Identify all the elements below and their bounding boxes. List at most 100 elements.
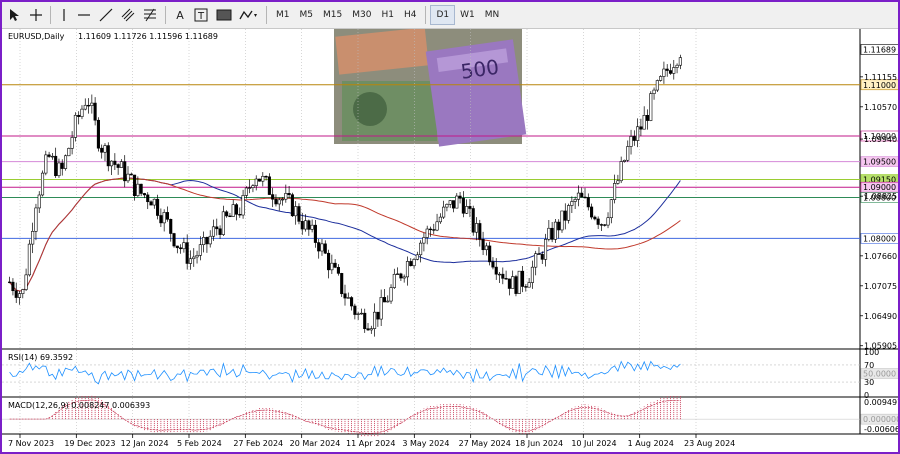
candle-body bbox=[511, 276, 515, 289]
candle-body bbox=[668, 70, 673, 74]
timeframe-h4[interactable]: H4 bbox=[399, 6, 422, 24]
equidistant-channel-icon[interactable] bbox=[117, 5, 139, 25]
candle-body bbox=[73, 114, 77, 138]
price-tick-label: 1.06490 bbox=[864, 312, 897, 321]
candle-body bbox=[218, 228, 222, 235]
terminal-window: A T M1 M5 M15 M30 H1 H4 D1 W1 MN 500 1.1… bbox=[0, 0, 900, 454]
candle-body bbox=[557, 221, 561, 231]
candle-body bbox=[336, 267, 340, 274]
candle-body bbox=[257, 178, 262, 182]
candle-body bbox=[21, 289, 25, 294]
chart-ohlc-label: 1.11609 1.11726 1.11596 1.11689 bbox=[78, 32, 218, 41]
candle-body bbox=[267, 176, 271, 195]
candle-body bbox=[366, 328, 370, 331]
candle-body bbox=[172, 233, 176, 247]
candle-body bbox=[599, 224, 603, 226]
rsi-tick-label: 100 bbox=[864, 348, 879, 357]
candle-body bbox=[83, 104, 87, 110]
macd-label: MACD(12,26,9) 0.008247 0.006393 bbox=[8, 401, 150, 410]
level-price-label: 1.08000 bbox=[863, 234, 896, 243]
trendline-icon[interactable] bbox=[95, 5, 117, 25]
timeframe-m5[interactable]: M5 bbox=[295, 6, 319, 24]
date-tick-label: 7 Nov 2023 bbox=[8, 439, 54, 448]
candle-body bbox=[626, 146, 630, 161]
candle-body bbox=[47, 154, 51, 157]
candle-body bbox=[241, 195, 245, 216]
candle-body bbox=[396, 273, 400, 275]
timeframe-d1[interactable]: D1 bbox=[430, 5, 456, 25]
candle-body bbox=[642, 114, 646, 130]
candle-body bbox=[110, 160, 114, 167]
rectangle-icon[interactable] bbox=[212, 5, 236, 25]
candle-body bbox=[175, 245, 179, 249]
timeframe-w1[interactable]: W1 bbox=[455, 6, 480, 24]
price-tick-label: 1.10570 bbox=[864, 103, 897, 112]
text-tool-icon[interactable]: A bbox=[170, 5, 190, 25]
candle-body bbox=[87, 104, 91, 107]
candle-body bbox=[146, 194, 150, 203]
text-label-icon[interactable]: T bbox=[190, 5, 212, 25]
candle-body bbox=[221, 211, 225, 235]
candle-body bbox=[304, 220, 308, 230]
timeframe-mn[interactable]: MN bbox=[480, 6, 505, 24]
fibonacci-icon[interactable] bbox=[139, 5, 161, 25]
rsi-tick-label: 30 bbox=[864, 378, 874, 387]
date-tick-label: 1 Aug 2024 bbox=[628, 439, 674, 448]
candle-body bbox=[119, 161, 123, 168]
candle-body bbox=[165, 212, 170, 220]
candle-body bbox=[297, 206, 301, 222]
cursor-icon[interactable] bbox=[2, 5, 26, 25]
price-tick-label: 1.08825 bbox=[864, 192, 897, 201]
crosshair-icon[interactable] bbox=[26, 5, 46, 25]
timeframe-m15[interactable]: M15 bbox=[318, 6, 347, 24]
toolbar-divider bbox=[50, 6, 51, 24]
candle-body bbox=[405, 261, 410, 278]
date-tick-label: 27 May 2024 bbox=[459, 439, 511, 448]
candle-body bbox=[343, 293, 347, 299]
rsi-level-badge-label: 50.0000 bbox=[863, 370, 896, 379]
candle-body bbox=[182, 242, 186, 250]
candle-body bbox=[369, 328, 373, 331]
candle-body bbox=[639, 126, 643, 130]
candle-body bbox=[659, 76, 663, 81]
candle-body bbox=[57, 162, 61, 177]
candle-body bbox=[290, 194, 294, 217]
macd-zero-label: 0.000000 bbox=[863, 415, 898, 424]
candle-body bbox=[619, 161, 623, 182]
candle-body bbox=[90, 102, 94, 106]
timeframe-m30[interactable]: M30 bbox=[347, 6, 376, 24]
candle-body bbox=[24, 274, 28, 290]
candle-body bbox=[540, 254, 544, 260]
candle-body bbox=[583, 196, 587, 199]
candle-body bbox=[534, 253, 538, 268]
candle-body bbox=[530, 266, 534, 283]
candle-body bbox=[474, 223, 479, 233]
candle-body bbox=[458, 195, 462, 199]
candle-body bbox=[389, 287, 393, 302]
candle-body bbox=[211, 226, 216, 237]
candle-body bbox=[603, 224, 607, 226]
vertical-line-icon[interactable] bbox=[55, 5, 73, 25]
price-tick-label: 1.07660 bbox=[864, 252, 897, 261]
candle-body bbox=[478, 223, 482, 240]
candle-body bbox=[169, 218, 173, 234]
date-tick-label: 5 Feb 2024 bbox=[177, 439, 222, 448]
candle-body bbox=[11, 281, 15, 292]
candle-body bbox=[317, 242, 321, 252]
candle-body bbox=[228, 215, 232, 218]
candle-body bbox=[274, 198, 278, 205]
candle-body bbox=[139, 183, 143, 194]
shapes-menu-icon[interactable] bbox=[236, 5, 262, 25]
chart-area[interactable]: 500 1.110001.100001.095001.091501.090001… bbox=[2, 29, 898, 452]
candle-body bbox=[402, 276, 406, 279]
horizontal-line-icon[interactable] bbox=[73, 5, 95, 25]
timeframe-m1[interactable]: M1 bbox=[271, 6, 295, 24]
candle-body bbox=[359, 312, 363, 315]
candle-body bbox=[596, 218, 600, 225]
candle-body bbox=[156, 198, 160, 216]
candle-body bbox=[192, 256, 196, 260]
candle-body bbox=[488, 245, 492, 263]
candle-body bbox=[27, 243, 31, 276]
candle-body bbox=[481, 238, 485, 251]
timeframe-h1[interactable]: H1 bbox=[376, 6, 399, 24]
